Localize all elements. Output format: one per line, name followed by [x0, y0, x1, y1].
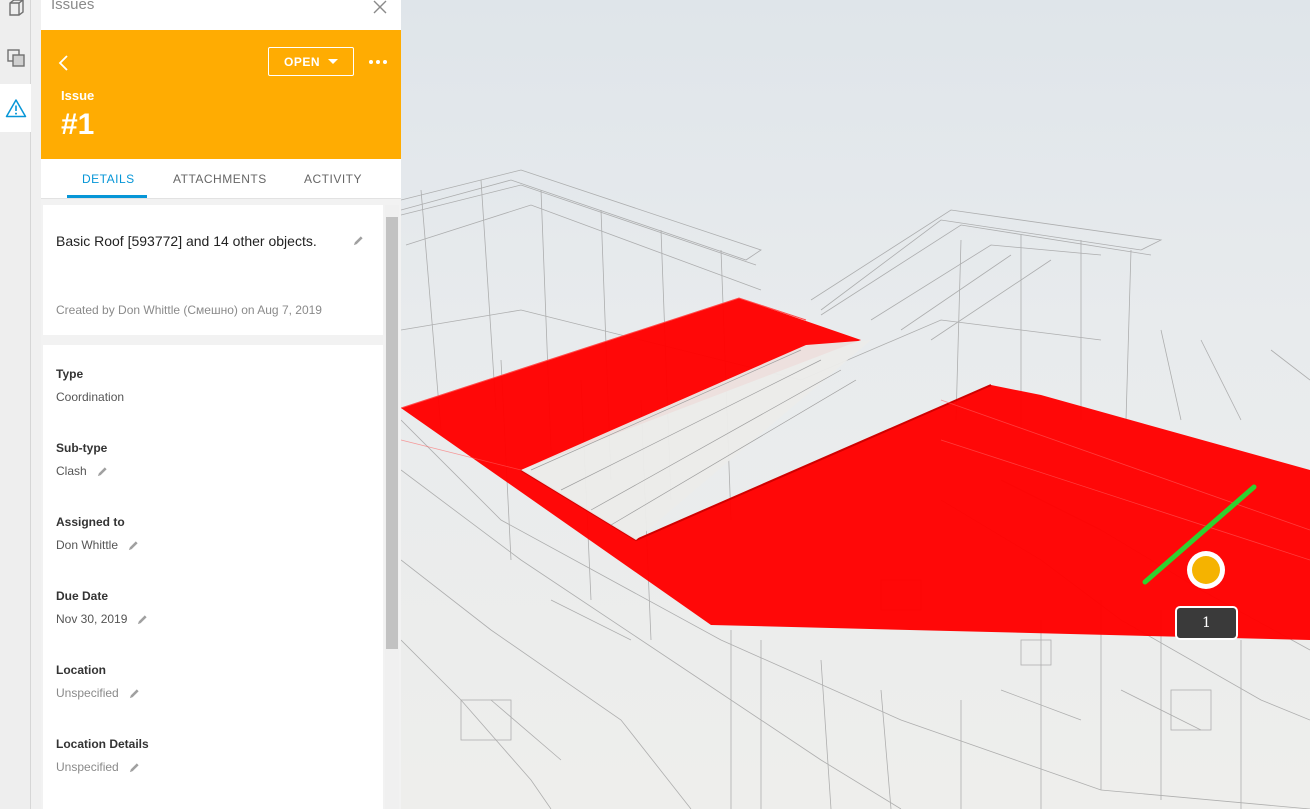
- cube-icon: [8, 0, 24, 16]
- pencil-icon[interactable]: [129, 688, 140, 699]
- status-dropdown[interactable]: OPEN: [268, 47, 354, 76]
- issue-type-label: Issue: [61, 88, 95, 103]
- field-value: Don Whittle: [56, 538, 119, 552]
- tab-activity[interactable]: ACTIVITY: [304, 172, 362, 186]
- issue-header: OPEN Issue #1: [41, 30, 401, 159]
- field-label: Assigned to: [56, 515, 125, 529]
- summary-card: Basic Roof [593772] and 14 other objects…: [43, 205, 383, 335]
- tool-rail: [0, 0, 31, 809]
- field-label: Type: [56, 367, 84, 381]
- tab-details[interactable]: DETAILS: [82, 172, 135, 186]
- field-subtype[interactable]: Sub-type Clash: [56, 441, 108, 478]
- pushpin-label[interactable]: 1: [1175, 606, 1238, 640]
- details-scroll-area[interactable]: Basic Roof [593772] and 14 other objects…: [41, 199, 401, 809]
- field-due-date[interactable]: Due Date Nov 30, 2019: [56, 589, 148, 626]
- issue-title: Basic Roof [593772] and 14 other objects…: [56, 233, 317, 249]
- panel-title: Issues: [51, 0, 95, 13]
- field-label: Sub-type: [56, 441, 108, 455]
- field-label: Due Date: [56, 589, 109, 603]
- field-label: Location: [56, 663, 106, 677]
- back-arrow-icon[interactable]: [57, 53, 71, 73]
- panel-title-bar: Issues: [41, 0, 401, 30]
- issue-pushpin[interactable]: [1187, 551, 1225, 589]
- scrollbar-thumb[interactable]: [386, 217, 398, 649]
- pencil-icon[interactable]: [137, 614, 148, 625]
- field-value: Clash: [56, 464, 87, 478]
- model-browser-button[interactable]: [0, 0, 31, 32]
- caret-down-icon: [328, 59, 338, 64]
- issue-tabs: DETAILS ATTACHMENTS ACTIVITY: [41, 159, 401, 199]
- layers-icon: [6, 49, 25, 67]
- issues-button[interactable]: [0, 84, 31, 132]
- field-location-details[interactable]: Location Details Unspecified: [56, 737, 149, 774]
- issues-panel: Issues OPEN Issue #1 DETAILS ATTACHMENTS…: [41, 0, 401, 809]
- issue-number: #1: [61, 108, 95, 141]
- pencil-icon[interactable]: [128, 540, 139, 551]
- field-type: Type Coordination: [56, 367, 124, 404]
- model-viewport[interactable]: 1: [401, 0, 1310, 809]
- field-location[interactable]: Location Unspecified: [56, 663, 140, 700]
- close-icon[interactable]: [371, 0, 387, 16]
- field-value: Coordination: [56, 390, 125, 404]
- field-label: Location Details: [56, 737, 149, 751]
- clash-slabs: [401, 297, 1310, 640]
- field-assigned-to[interactable]: Assigned to Don Whittle: [56, 515, 139, 552]
- pencil-icon[interactable]: [129, 762, 140, 773]
- field-value: Nov 30, 2019: [56, 612, 128, 626]
- field-value: Unspecified: [56, 686, 119, 700]
- more-options-icon[interactable]: [369, 54, 387, 70]
- warning-icon: [5, 99, 26, 118]
- pencil-icon[interactable]: [97, 466, 108, 477]
- sheets-button[interactable]: [0, 34, 31, 82]
- fields-card: Type Coordination Sub-type Clash Assigne…: [43, 345, 383, 809]
- status-label: OPEN: [283, 54, 320, 69]
- tab-attachments[interactable]: ATTACHMENTS: [173, 172, 267, 186]
- model-scene: [401, 169, 1310, 809]
- created-info: Created by Don Whittle (Смешно) on Aug 7…: [56, 303, 322, 317]
- pencil-icon[interactable]: [353, 235, 364, 246]
- active-tab-indicator: [67, 195, 147, 198]
- field-value: Unspecified: [56, 760, 119, 774]
- pushpin-dot: [1192, 556, 1220, 584]
